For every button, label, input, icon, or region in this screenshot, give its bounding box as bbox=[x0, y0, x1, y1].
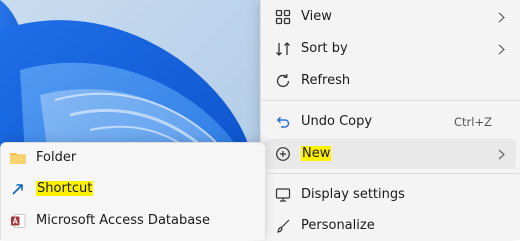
menu-item-label: Sort by bbox=[301, 41, 348, 56]
submenu-item-label: Folder bbox=[36, 150, 77, 165]
shortcut-arrow-icon bbox=[9, 180, 27, 198]
highlighted-text: New bbox=[301, 146, 332, 161]
submenu-item-access-database[interactable]: Microsoft Access Database bbox=[4, 206, 262, 236]
brush-icon bbox=[274, 217, 292, 235]
submenu-item-label: Shortcut bbox=[36, 181, 94, 196]
access-database-icon bbox=[9, 212, 27, 230]
menu-item-display-settings[interactable]: Display settings bbox=[264, 180, 516, 210]
refresh-icon bbox=[274, 72, 292, 90]
menu-item-view[interactable]: View bbox=[264, 2, 516, 32]
menu-item-label: Refresh bbox=[301, 73, 351, 88]
menu-item-refresh[interactable]: Refresh bbox=[264, 66, 516, 96]
shortcut-text: Ctrl+Z bbox=[454, 115, 492, 129]
grid-icon bbox=[274, 8, 292, 26]
menu-item-label: Undo Copy bbox=[301, 114, 373, 129]
menu-item-undo-copy[interactable]: Undo Copy Ctrl+Z bbox=[264, 107, 516, 137]
menu-item-label: Personalize bbox=[301, 218, 375, 233]
menu-item-label: View bbox=[301, 9, 332, 24]
menu-separator bbox=[260, 173, 520, 174]
undo-icon bbox=[274, 113, 292, 131]
new-submenu: Folder Shortcut Microsoft Access Databas… bbox=[0, 142, 266, 240]
chevron-right-icon bbox=[496, 42, 506, 56]
chevron-right-icon bbox=[496, 147, 506, 161]
menu-item-label: New bbox=[301, 146, 332, 161]
menu-item-personalize[interactable]: Personalize bbox=[264, 211, 516, 241]
sort-icon bbox=[274, 40, 292, 58]
submenu-item-shortcut[interactable]: Shortcut bbox=[4, 174, 262, 204]
menu-item-new[interactable]: New bbox=[264, 139, 516, 169]
highlighted-text: Shortcut bbox=[36, 181, 94, 196]
submenu-item-label: Microsoft Access Database bbox=[36, 213, 210, 228]
plus-circle-icon bbox=[274, 145, 292, 163]
submenu-item-folder[interactable]: Folder bbox=[4, 143, 262, 173]
folder-icon bbox=[9, 149, 27, 167]
display-icon bbox=[274, 186, 292, 204]
menu-item-sort-by[interactable]: Sort by bbox=[264, 34, 516, 64]
menu-item-label: Display settings bbox=[301, 187, 405, 202]
chevron-right-icon bbox=[496, 10, 506, 24]
menu-separator bbox=[260, 100, 520, 101]
